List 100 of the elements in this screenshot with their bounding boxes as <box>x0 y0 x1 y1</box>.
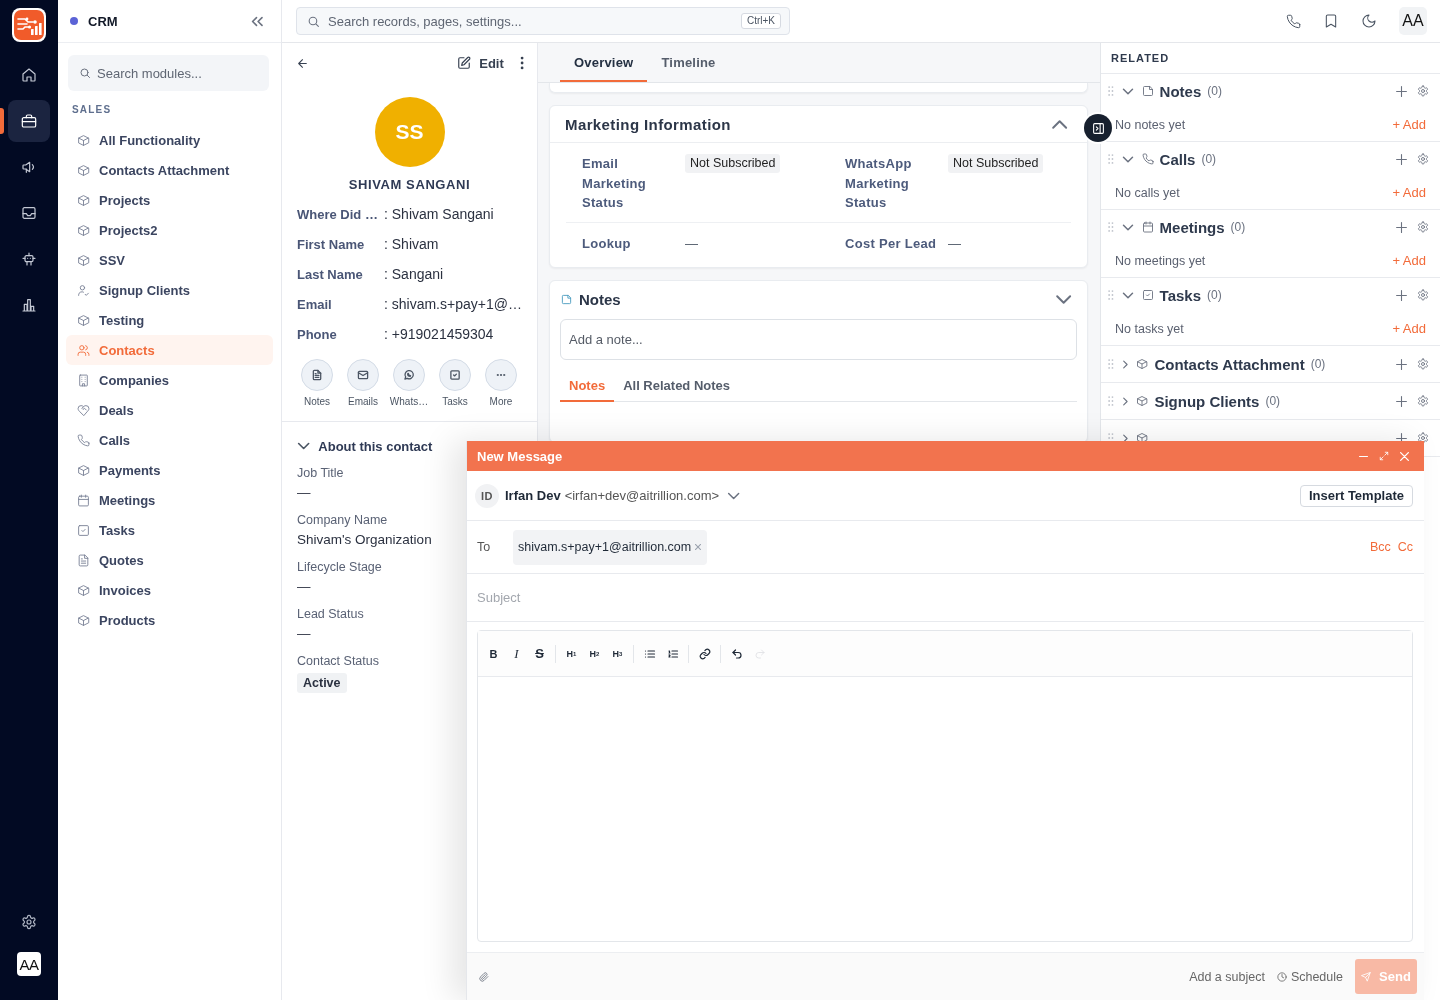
phone-icon[interactable] <box>1286 13 1301 29</box>
search-field[interactable]: Search modules... <box>68 55 269 91</box>
quick-action-button[interactable]: Tasks <box>432 359 478 408</box>
sidebar-item[interactable]: All Functionality <box>66 125 273 155</box>
home-icon <box>21 67 37 83</box>
chevron-down-icon[interactable] <box>1121 154 1134 164</box>
item-count: (0) <box>1230 220 1246 234</box>
user-avatar[interactable]: AA <box>1399 7 1427 35</box>
quick-action-button[interactable]: Notes <box>294 359 340 408</box>
drag-handle-icon[interactable] <box>1108 396 1114 406</box>
chevron-up-icon[interactable] <box>1050 117 1068 131</box>
contact-name: SHIVAM SANGANI <box>348 177 471 192</box>
sidebar-item[interactable]: Deals <box>66 395 273 425</box>
plus-icon[interactable] <box>1396 221 1407 233</box>
sidebar-item[interactable]: Invoices <box>66 575 273 605</box>
briefcase-icon <box>21 113 37 129</box>
plus-icon[interactable] <box>1396 395 1407 407</box>
edit-button[interactable]: Edit <box>457 55 504 71</box>
sidebar-item[interactable]: Testing <box>66 305 273 335</box>
status-badge: Not Subscribed <box>948 154 1044 173</box>
panel-toggle-button[interactable] <box>1084 114 1112 142</box>
chevron-down-icon[interactable] <box>1121 222 1134 232</box>
cube-icon <box>1136 432 1149 444</box>
plus-icon[interactable] <box>1396 153 1407 165</box>
sidebar-item[interactable]: Tasks <box>66 515 273 545</box>
sidebar-item[interactable]: Signup Clients <box>66 275 273 305</box>
card-title: Marketing Information <box>565 115 731 133</box>
cube-icon <box>77 253 90 267</box>
tab[interactable]: All Related Notes <box>614 370 740 402</box>
section-title: Meetings <box>1159 218 1225 236</box>
sidebar-item[interactable]: Payments <box>66 455 273 485</box>
chevron-down-icon[interactable] <box>1121 86 1134 96</box>
cube-icon <box>77 223 90 237</box>
insert-template-button[interactable]: Insert Template <box>1299 484 1413 507</box>
chevron-right-icon[interactable] <box>1121 396 1129 406</box>
note-icon <box>561 293 572 305</box>
window-title: New Message <box>477 448 563 464</box>
selection-indicator <box>0 108 4 134</box>
item-count: (0) <box>1265 394 1281 408</box>
italic-button[interactable]: I <box>505 641 528 666</box>
sidebar-item[interactable]: SSV <box>66 245 273 275</box>
drag-handle-icon[interactable] <box>1108 222 1114 232</box>
bold-button[interactable]: B <box>482 641 505 666</box>
sidebar-item[interactable]: Meetings <box>66 485 273 515</box>
field-label: Lead Status <box>297 607 364 622</box>
sidebar-item[interactable]: Quotes <box>66 545 273 575</box>
field-label: Last Name <box>297 266 364 282</box>
empty-message: No tasks yet <box>1115 321 1184 336</box>
field-label: Contact Status <box>297 654 379 669</box>
more-vertical-icon[interactable] <box>519 56 524 70</box>
quick-action-button[interactable]: More <box>478 359 524 408</box>
plus-icon[interactable] <box>1396 289 1407 301</box>
search-icon <box>79 67 91 79</box>
plus-icon[interactable] <box>1396 85 1407 97</box>
user-avatar[interactable]: AA <box>17 952 41 976</box>
schedule-button[interactable]: Schedule <box>1276 969 1343 984</box>
add-subject-button[interactable]: Add a subject <box>1189 969 1265 984</box>
field-value: — <box>948 234 961 253</box>
app-logo[interactable] <box>12 8 46 42</box>
strike-button[interactable]: S <box>528 641 551 666</box>
cube-icon <box>1136 358 1149 370</box>
field-value: : Sangani <box>384 266 444 282</box>
field-label: Where Did … <box>297 206 379 222</box>
tab[interactable]: Timeline <box>647 43 730 82</box>
bullet-list-icon <box>643 647 656 660</box>
chevron-right-icon[interactable] <box>1121 359 1129 369</box>
drag-handle-icon[interactable] <box>1108 154 1114 164</box>
chevron-right-icon[interactable] <box>1121 433 1129 443</box>
chevron-down-icon[interactable] <box>297 441 311 451</box>
paperclip-icon[interactable] <box>479 971 489 982</box>
panel-icon <box>1091 121 1105 135</box>
sidebar-item[interactable]: Projects <box>66 185 273 215</box>
drag-handle-icon[interactable] <box>1108 290 1114 300</box>
quick-action-button[interactable]: Emails <box>340 359 386 408</box>
expand-icon[interactable] <box>1379 451 1389 461</box>
settings-icon[interactable] <box>21 914 37 930</box>
bookmark-icon[interactable] <box>1323 13 1339 29</box>
drag-handle-icon[interactable] <box>1108 86 1114 96</box>
moon-icon[interactable] <box>1361 13 1377 29</box>
nav-button[interactable] <box>8 100 50 142</box>
chevron-down-icon[interactable] <box>1054 292 1072 306</box>
sidebar-item[interactable]: Contacts Attachment <box>66 155 273 185</box>
chevron-down-icon[interactable] <box>727 490 741 501</box>
sidebar-item[interactable]: Calls <box>66 425 273 455</box>
field-value: : Shivam <box>384 236 439 252</box>
plus-icon[interactable] <box>1396 432 1407 444</box>
chevron-down-icon[interactable] <box>1121 290 1134 300</box>
quick-action-button[interactable]: Whats… <box>386 359 432 408</box>
sidebar-item[interactable]: Projects2 <box>66 215 273 245</box>
drag-handle-icon[interactable] <box>1108 359 1114 369</box>
back-arrow-icon[interactable] <box>296 56 309 70</box>
sidebar-item[interactable]: Products <box>66 605 273 635</box>
plus-icon[interactable] <box>1396 358 1407 370</box>
clock-icon <box>1276 971 1287 982</box>
chevrons-left-icon[interactable] <box>251 15 264 27</box>
sidebar-item[interactable]: Companies <box>66 365 273 395</box>
subject-field[interactable]: Subject <box>467 574 1424 622</box>
cube-icon <box>77 133 90 147</box>
ellipsis-icon <box>485 359 517 391</box>
note-input[interactable]: Add a note... <box>560 319 1077 360</box>
